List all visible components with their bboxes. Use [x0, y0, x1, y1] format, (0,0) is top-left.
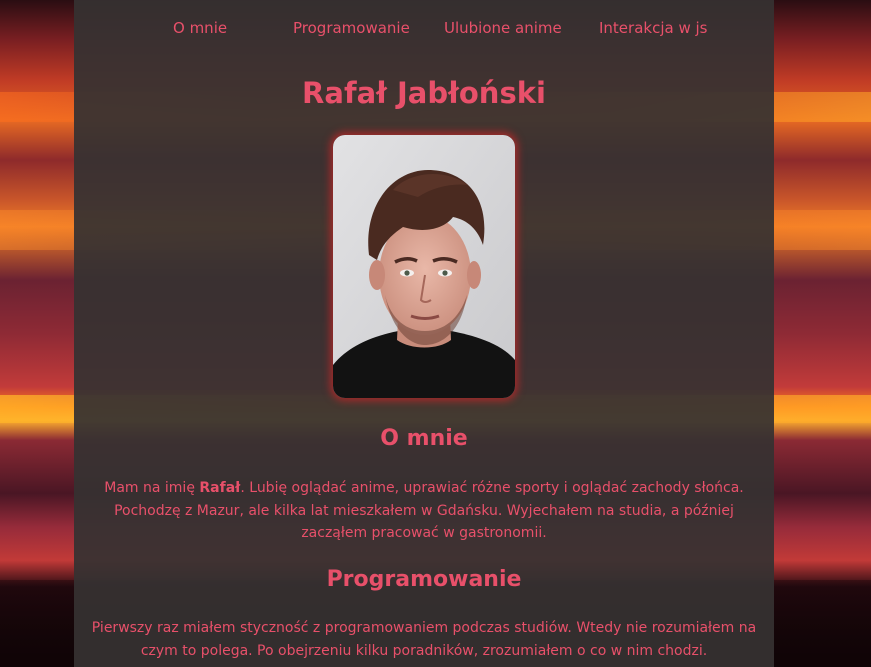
nav-link-o-mnie[interactable]: O mnie [173, 16, 227, 40]
content-panel: O mnie Programowanie Ulubione anime Inte… [74, 0, 774, 667]
top-navigation: O mnie Programowanie Ulubione anime Inte… [74, 16, 774, 42]
nav-link-ulubione-anime[interactable]: Ulubione anime [444, 16, 562, 40]
portrait-photo-icon [333, 135, 515, 398]
section-title-programowanie: Programowanie [326, 567, 522, 592]
about-name: Rafał [199, 480, 241, 496]
profile-photo [333, 135, 515, 398]
programming-paragraph: Pierwszy raz miałem styczność z programo… [91, 620, 757, 659]
section-title-o-mnie: O mnie [380, 426, 468, 451]
about-text-start: Mam na imię [104, 480, 200, 496]
about-paragraph: Mam na imię Rafał. Lubię oglądać anime, … [82, 477, 766, 545]
page-title: Rafał Jabłoński [302, 76, 546, 110]
nav-link-programowanie[interactable]: Programowanie [293, 16, 410, 40]
nav-link-interakcja-w-js[interactable]: Interakcja w js [599, 16, 707, 40]
